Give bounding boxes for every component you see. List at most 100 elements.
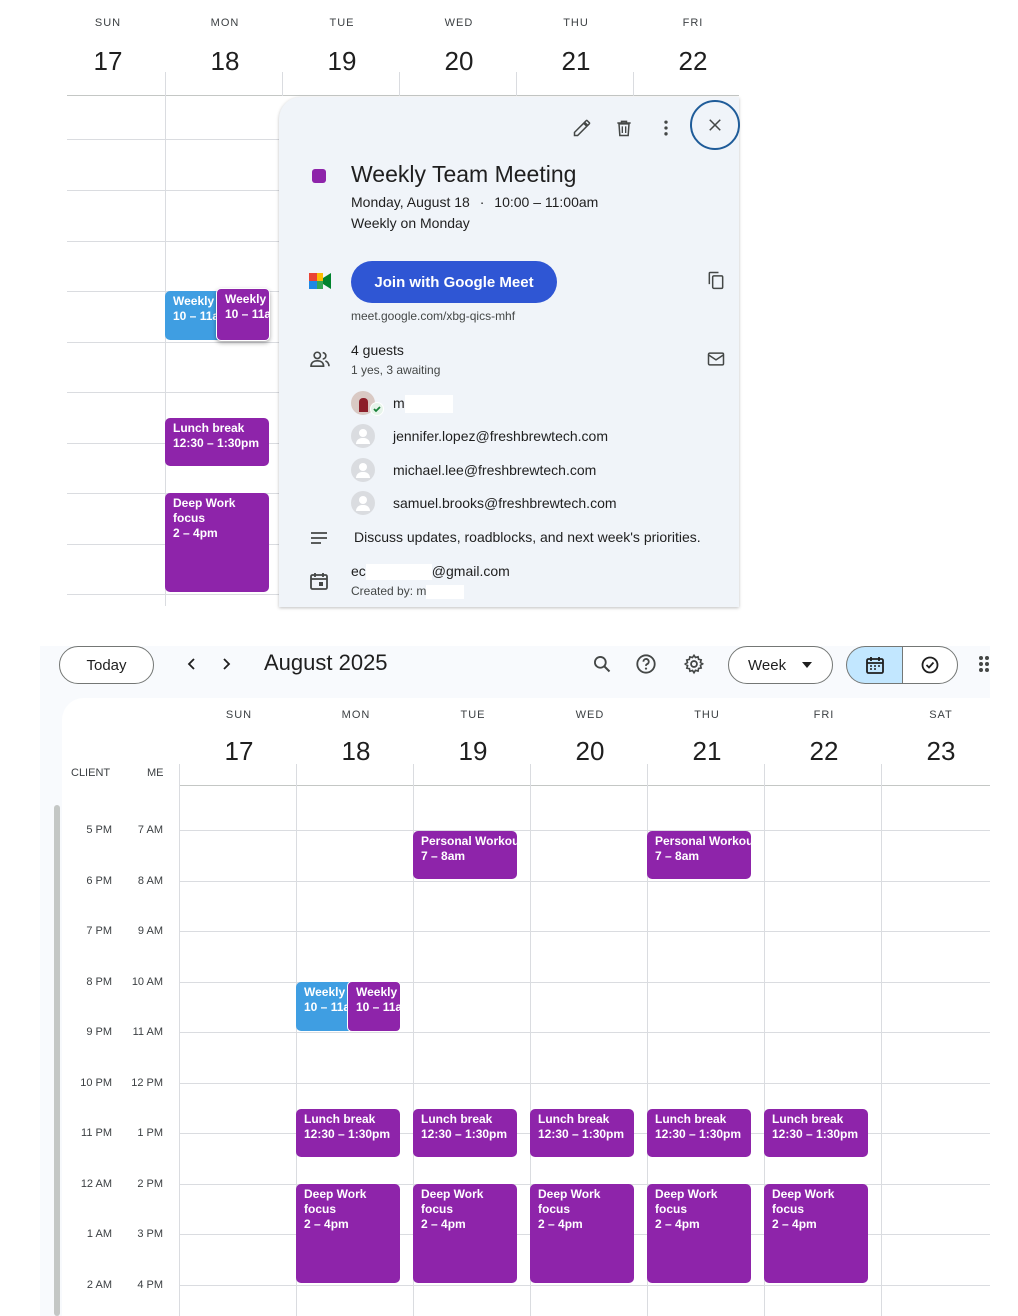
timezone-label-client: CLIENT	[71, 767, 111, 779]
event-color-swatch	[312, 169, 326, 183]
client-time-label: 11 PM	[81, 1127, 112, 1139]
event-recurrence: Weekly on Monday	[351, 215, 470, 231]
guest-email[interactable]: samuel.brooks@freshbrewtech.com	[393, 495, 617, 511]
guest-email[interactable]: jennifer.lopez@freshbrewtech.com	[393, 428, 608, 444]
event-deep-work[interactable]: Deep Work focus 2 – 4pm	[165, 493, 269, 592]
created-by-text: Created by: m	[351, 584, 427, 598]
join-google-meet-button[interactable]: Join with Google Meet	[351, 261, 557, 303]
event-deep-work-fri[interactable]: Deep Work focus 2 – 4pm	[764, 1184, 868, 1283]
calendar-owner: ec @gmail.com	[351, 563, 510, 581]
day-number-wed[interactable]: 20	[419, 46, 499, 77]
day-name-tue: TUE	[460, 709, 486, 721]
column-divider	[516, 72, 517, 96]
day-number-tue[interactable]: 19	[433, 736, 513, 767]
top-calendar: SUN 17 MON 18 TUE 19 WED 20 THU 21 FRI 2…	[0, 0, 740, 610]
event-lunch-break-wed[interactable]: Lunch break 12:30 – 1:30pm	[530, 1109, 634, 1157]
day-name-sat: SAT	[929, 709, 953, 721]
event-weekly-b[interactable]: Weekly 10 – 11a	[347, 981, 401, 1032]
client-time-label: 5 PM	[86, 824, 112, 836]
day-number-fri[interactable]: 22	[784, 736, 864, 767]
current-month-label: August 2025	[264, 650, 388, 675]
event-deep-work-thu[interactable]: Deep Work focus 2 – 4pm	[647, 1184, 751, 1283]
day-number-wed[interactable]: 20	[550, 736, 630, 767]
day-number-thu[interactable]: 21	[536, 46, 616, 77]
me-time-label: 10 AM	[131, 976, 163, 988]
event-lunch-break-tue[interactable]: Lunch break 12:30 – 1:30pm	[413, 1109, 517, 1157]
redacted-block	[426, 584, 465, 599]
tasks-view-toggle[interactable]	[902, 646, 958, 684]
calendar-icon	[310, 572, 328, 595]
event-title: Personal Workout	[655, 834, 751, 848]
settings-gear-icon[interactable]	[680, 650, 708, 678]
edit-icon[interactable]	[568, 114, 596, 142]
created-by: Created by: m	[351, 584, 465, 599]
guest-email[interactable]: michael.lee@freshbrewtech.com	[393, 462, 596, 478]
event-time: 2 – 4pm	[538, 1217, 583, 1231]
event-title: Lunch break	[304, 1112, 376, 1126]
scrollbar[interactable]	[54, 805, 60, 1316]
event-lunch-break[interactable]: Lunch break 12:30 – 1:30pm	[165, 418, 269, 466]
event-time: 12:30 – 1:30pm	[655, 1127, 742, 1141]
delete-icon[interactable]	[610, 114, 638, 142]
event-time: 2 – 4pm	[304, 1217, 349, 1231]
grid-line	[67, 342, 279, 343]
view-selector-button[interactable]: Week	[728, 646, 833, 684]
event-personal-workout-thu[interactable]: Personal Workout 7 – 8am	[647, 831, 751, 879]
event-lunch-break-mon[interactable]: Lunch break 12:30 – 1:30pm	[296, 1109, 400, 1157]
calendar-view-toggle[interactable]	[846, 646, 902, 684]
grid-line	[67, 594, 279, 595]
event-weekly-b[interactable]: Weekly 10 – 11a	[216, 288, 270, 341]
grid-line	[179, 830, 990, 831]
event-lunch-break-fri[interactable]: Lunch break 12:30 – 1:30pm	[764, 1109, 868, 1157]
dropdown-arrow-icon	[802, 662, 813, 668]
grid-line	[67, 241, 279, 242]
me-time-label: 2 PM	[137, 1178, 163, 1190]
grid-line	[67, 139, 279, 140]
event-deep-work-tue[interactable]: Deep Work focus 2 – 4pm	[413, 1184, 517, 1283]
search-icon[interactable]	[588, 650, 616, 678]
me-time-label: 8 AM	[137, 875, 163, 887]
guest-avatar	[351, 458, 375, 482]
day-name-thu: THU	[694, 709, 720, 721]
me-time-label: 11 AM	[132, 1026, 163, 1038]
day-name-mon: MON	[341, 709, 371, 721]
event-deep-work-wed[interactable]: Deep Work focus 2 – 4pm	[530, 1184, 634, 1283]
event-time: 12:30 – 1:30pm	[173, 436, 260, 450]
email-guests-icon[interactable]	[702, 345, 730, 373]
event-time: 7 – 8am	[421, 849, 466, 863]
day-number-tue[interactable]: 19	[302, 46, 382, 77]
event-date-time: Monday, August 18 · 10:00 – 11:00am	[351, 194, 598, 210]
event-date: Monday, August 18	[351, 194, 470, 210]
day-number-mon[interactable]: 18	[316, 736, 396, 767]
event-personal-workout-tue[interactable]: Personal Workout 7 – 8am	[413, 831, 517, 879]
help-icon[interactable]	[632, 650, 660, 678]
previous-week-icon[interactable]	[178, 650, 206, 678]
event-time: 7 – 8am	[655, 849, 700, 863]
day-number-thu[interactable]: 21	[667, 736, 747, 767]
day-name-tue: TUE	[329, 17, 355, 29]
day-number-fri[interactable]: 22	[653, 46, 733, 77]
grid-line	[179, 1285, 990, 1286]
more-options-icon[interactable]	[652, 114, 680, 142]
guest-name[interactable]: m	[393, 395, 405, 411]
event-title: Lunch break	[538, 1112, 610, 1126]
today-button[interactable]: Today	[59, 646, 154, 684]
day-number-sun[interactable]: 17	[199, 736, 279, 767]
day-number-sun[interactable]: 17	[68, 46, 148, 77]
close-icon[interactable]	[690, 100, 740, 150]
copy-icon[interactable]	[702, 266, 730, 294]
meet-link[interactable]: meet.google.com/xbg-qics-mhf	[351, 309, 515, 323]
timezone-label-me: ME	[147, 767, 164, 779]
next-week-icon[interactable]	[212, 650, 240, 678]
apps-grid-icon[interactable]	[978, 655, 990, 673]
client-time-label: 1 AM	[86, 1228, 112, 1240]
day-name-sun: SUN	[225, 709, 253, 721]
event-lunch-break-thu[interactable]: Lunch break 12:30 – 1:30pm	[647, 1109, 751, 1157]
event-time: 2 – 4pm	[655, 1217, 700, 1231]
event-deep-work-mon[interactable]: Deep Work focus 2 – 4pm	[296, 1184, 400, 1283]
event-time: 2 – 4pm	[772, 1217, 817, 1231]
bottom-calendar: Today August 2025 Week SUN 17 MON 18 TUE…	[40, 646, 990, 1316]
day-number-sat[interactable]: 23	[901, 736, 981, 767]
day-name-wed: WED	[575, 709, 605, 721]
day-number-mon[interactable]: 18	[185, 46, 265, 77]
